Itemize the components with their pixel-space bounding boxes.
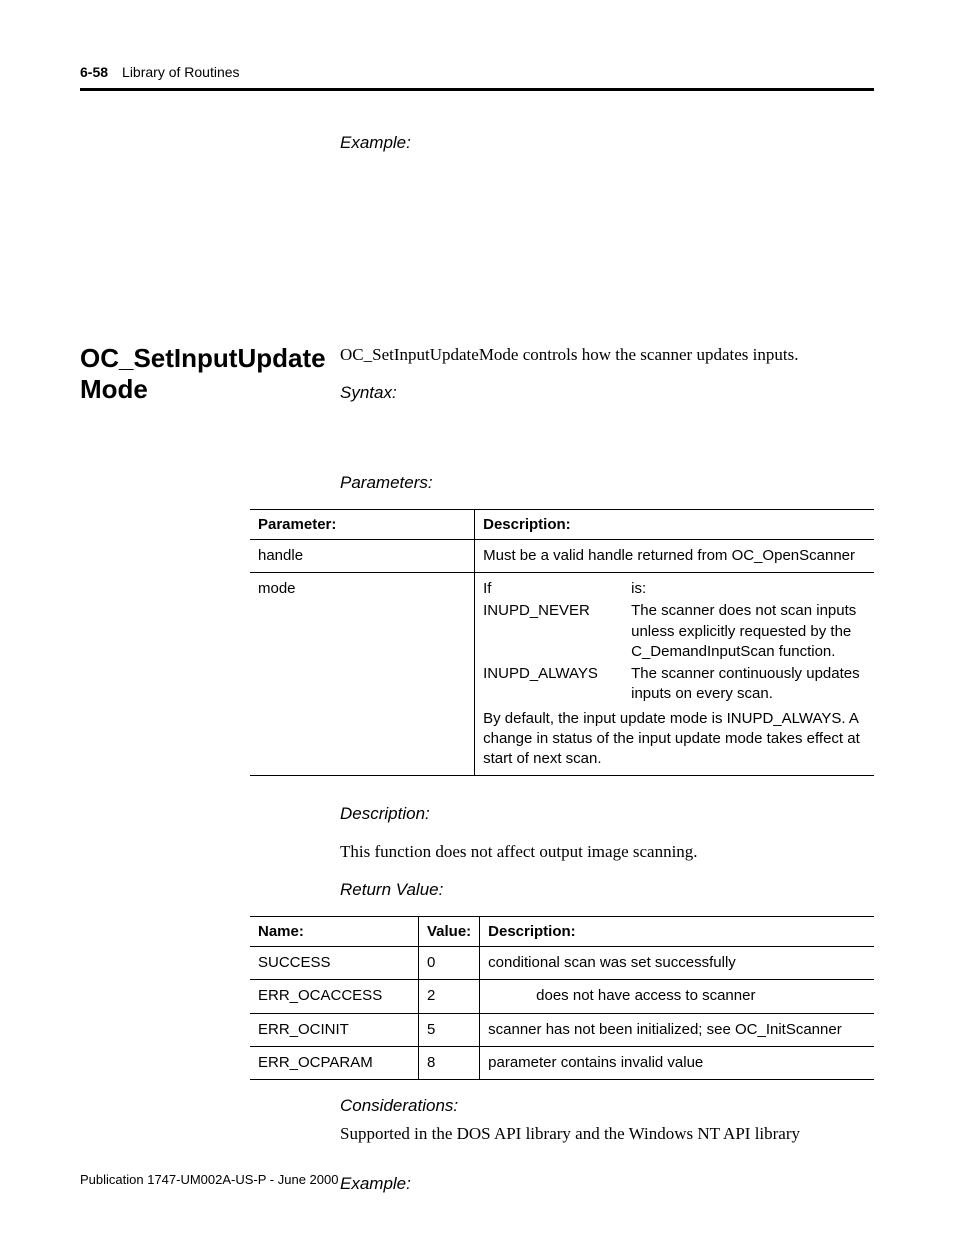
mode-item-desc: The scanner does not scan inputs unless … <box>631 601 866 662</box>
ret-name: SUCCESS <box>250 947 418 980</box>
ret-th-value: Value: <box>418 917 479 947</box>
ret-th-name: Name: <box>250 917 418 947</box>
param-th-parameter: Parameter: <box>250 509 475 539</box>
ret-desc: scanner has not been initialized; see OC… <box>480 1013 874 1046</box>
ret-value: 0 <box>418 947 479 980</box>
parameters-heading-wrap: Parameters: <box>340 473 874 493</box>
return-table-wrap: Name: Value: Description: SUCCESS 0 cond… <box>250 916 874 1080</box>
return-table: Name: Value: Description: SUCCESS 0 cond… <box>250 916 874 1080</box>
param-name: handle <box>250 539 475 572</box>
mode-item-name: INUPD_NEVER <box>483 601 623 662</box>
section-title: OC_SetInputUpdate Mode <box>80 343 320 405</box>
ret-name: ERR_OCACCESS <box>250 980 418 1013</box>
footer: Publication 1747-UM002A-US-P - June 2000 <box>80 1172 338 1187</box>
ret-desc: parameter contains invalid value <box>480 1046 874 1079</box>
description-label: Description: <box>340 804 874 824</box>
param-table: Parameter: Description: handle Must be a… <box>250 509 874 777</box>
table-row: mode If is: INUPD_NEVER The scanner does… <box>250 573 874 776</box>
mode-is: is: <box>631 579 866 599</box>
example-label: Example: <box>340 1174 874 1194</box>
considerations-block: Considerations: Supported in the DOS API… <box>340 1096 874 1194</box>
page-number: 6-58 <box>80 64 108 80</box>
spacer <box>80 153 874 343</box>
section-intro: OC_SetInputUpdateMode controls how the s… <box>340 343 874 367</box>
ret-value: 5 <box>418 1013 479 1046</box>
ret-th-desc: Description: <box>480 917 874 947</box>
param-desc: If is: INUPD_NEVER The scanner does not … <box>475 573 874 776</box>
section-row: OC_SetInputUpdate Mode OC_SetInputUpdate… <box>80 343 874 403</box>
return-label: Return Value: <box>340 880 874 900</box>
ret-desc: conditional scan was set successfully <box>480 947 874 980</box>
table-row: ERR_OCACCESS 2 does not have access to s… <box>250 980 874 1013</box>
ret-desc: does not have access to scanner <box>480 980 874 1013</box>
ret-name: ERR_OCPARAM <box>250 1046 418 1079</box>
parameters-label: Parameters: <box>340 473 874 493</box>
section-intro-col: OC_SetInputUpdateMode controls how the s… <box>340 343 874 403</box>
example-label: Example: <box>340 133 874 153</box>
table-row: ERR_OCINIT 5 scanner has not been initia… <box>250 1013 874 1046</box>
mode-if: If <box>483 579 623 599</box>
content: Example: OC_SetInputUpdate Mode OC_SetIn… <box>80 133 874 1194</box>
section-name: Library of Routines <box>122 64 240 80</box>
param-name: mode <box>250 573 475 776</box>
table-row: handle Must be a valid handle returned f… <box>250 539 874 572</box>
ret-name: ERR_OCINIT <box>250 1013 418 1046</box>
table-row: ERR_OCPARAM 8 parameter contains invalid… <box>250 1046 874 1079</box>
section-title-col: OC_SetInputUpdate Mode <box>80 343 320 405</box>
spacer <box>80 403 874 473</box>
param-desc: Must be a valid handle returned from OC_… <box>475 539 874 572</box>
running-header: 6-58 Library of Routines <box>80 64 874 80</box>
description-block: Description: This function does not affe… <box>340 804 874 900</box>
syntax-label: Syntax: <box>340 383 874 403</box>
ret-value: 8 <box>418 1046 479 1079</box>
mode-item-desc: The scanner continuously updates inputs … <box>631 664 866 705</box>
considerations-label: Considerations: <box>340 1096 874 1116</box>
param-th-description: Description: <box>475 509 874 539</box>
mode-footer: By default, the input update mode is INU… <box>483 709 866 770</box>
param-table-wrap: Parameter: Description: handle Must be a… <box>250 509 874 777</box>
header-rule <box>80 88 874 91</box>
mode-grid: If is: INUPD_NEVER The scanner does not … <box>483 579 866 705</box>
considerations-body: Supported in the DOS API library and the… <box>340 1122 874 1146</box>
mode-item-name: INUPD_ALWAYS <box>483 664 623 705</box>
publication-line: Publication 1747-UM002A-US-P - June 2000 <box>80 1172 338 1187</box>
description-body: This function does not affect output ima… <box>340 840 874 864</box>
page: 6-58 Library of Routines Example: OC_Set… <box>0 0 954 1235</box>
table-row: SUCCESS 0 conditional scan was set succe… <box>250 947 874 980</box>
prev-example-block: Example: <box>340 133 874 153</box>
if-label: If <box>483 580 491 597</box>
ret-value: 2 <box>418 980 479 1013</box>
